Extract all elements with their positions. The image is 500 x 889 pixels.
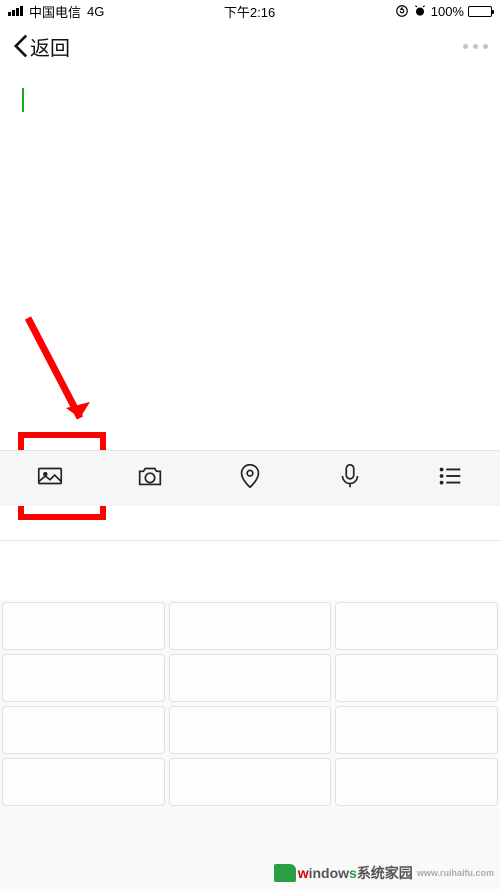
network-label: 4G — [87, 4, 104, 19]
status-bar: 中国电信 4G 下午2:16 100% — [0, 0, 500, 22]
keyboard-key[interactable] — [169, 706, 332, 754]
watermark-text: w — [298, 865, 309, 881]
nav-bar: 返回 — [0, 22, 500, 70]
list-icon — [435, 461, 465, 496]
text-cursor — [22, 88, 24, 112]
back-button[interactable]: 返回 — [12, 32, 70, 61]
alarm-icon — [413, 4, 427, 18]
watermark-url: www.ruihaifu.com — [417, 868, 494, 878]
keyboard-key[interactable] — [2, 602, 165, 650]
clock-label: 下午2:16 — [224, 2, 275, 21]
location-icon — [235, 461, 265, 496]
insert-image-button[interactable] — [0, 461, 100, 496]
watermark: windows系统家园 www.ruihaifu.com — [274, 863, 494, 883]
watermark-text: indow — [309, 865, 349, 881]
watermark-text: s — [349, 865, 357, 881]
keyboard-key[interactable] — [169, 758, 332, 806]
keyboard-key[interactable] — [2, 758, 165, 806]
annotation-arrow — [18, 310, 108, 440]
voice-icon — [335, 461, 365, 496]
watermark-text: 系统家园 — [357, 863, 413, 883]
location-button[interactable] — [200, 461, 300, 496]
voice-button[interactable] — [300, 461, 400, 496]
editor-toolbar — [0, 450, 500, 506]
keyboard-key[interactable] — [169, 654, 332, 702]
keyboard-key[interactable] — [335, 654, 498, 702]
watermark-logo-icon — [274, 864, 296, 882]
keyboard-key[interactable] — [335, 706, 498, 754]
keyboard-key[interactable] — [335, 602, 498, 650]
camera-button[interactable] — [100, 461, 200, 496]
camera-icon — [135, 461, 165, 496]
back-label: 返回 — [30, 32, 70, 61]
keyboard-key[interactable] — [2, 654, 165, 702]
battery-icon — [468, 6, 492, 17]
keyboard-key[interactable] — [2, 706, 165, 754]
keyboard-area[interactable] — [0, 600, 500, 889]
keyboard-key[interactable] — [169, 602, 332, 650]
rotation-lock-icon — [395, 4, 409, 18]
list-button[interactable] — [400, 461, 500, 496]
image-icon — [35, 461, 65, 496]
separator — [0, 540, 500, 541]
battery-pct-label: 100% — [431, 4, 464, 19]
carrier-label: 中国电信 — [29, 2, 81, 21]
keyboard-key[interactable] — [335, 758, 498, 806]
more-button[interactable] — [463, 44, 488, 49]
note-editor[interactable] — [0, 70, 500, 112]
signal-icon — [8, 6, 23, 16]
